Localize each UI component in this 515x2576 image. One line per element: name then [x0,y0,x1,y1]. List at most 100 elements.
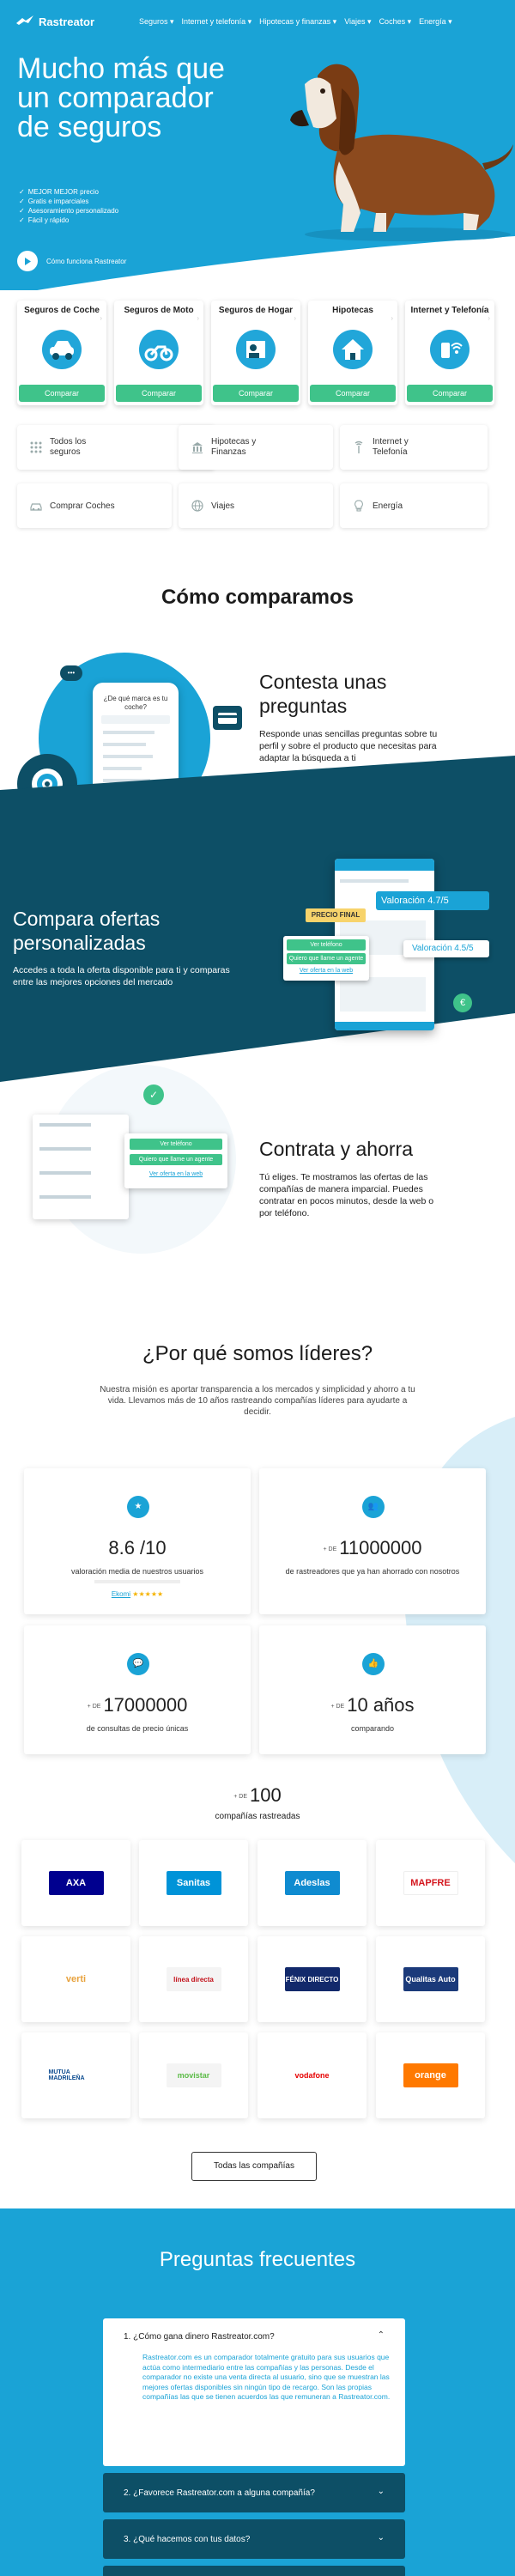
ekomi-link[interactable]: Ekomi [112,1590,130,1598]
companies-count: + DE 100 [233,1784,282,1806]
card-icon [213,706,242,730]
product-card-internet[interactable]: Internet y Telefonía › Comparar [405,301,494,405]
brand-logo[interactable]: Rastreator [15,15,94,29]
product-card-hipotecas[interactable]: Hipotecas › Comparar [308,301,397,405]
qualitas-logo: Qualitas Auto [403,1967,458,1991]
how-title: Cómo comparamos [161,586,354,609]
nav-coches[interactable]: Coches ▾ [379,17,412,27]
company-logo-card[interactable]: Sanitas [139,1840,248,1926]
hero-benefits: ✓ MEJOR MEJOR precio ✓ Gratis e imparciale… [19,187,118,225]
movistar-logo: movistar [166,2063,221,2087]
company-logo-card[interactable]: verti [21,1936,130,2022]
check-icon: ✓ [19,188,25,196]
company-logo-card[interactable]: Qualitas Auto [376,1936,485,2022]
company-logo-card[interactable]: MAPFRE [376,1840,485,1926]
faq-item-open[interactable]: 1. ¿Cómo gana dinero Rastreator.com? ⌃ R… [103,2318,405,2466]
company-logo-card[interactable]: FÉNIX DIRECTO [258,1936,367,2022]
chevron-right-icon: › [488,314,490,322]
verti-logo: verti [48,1967,104,1991]
mapfre-logo: MAPFRE [403,1871,458,1895]
product-card-hogar[interactable]: Seguros de Hogar › Comparar [211,301,300,405]
company-logo-card[interactable]: línea directa [139,1936,248,2022]
compare-button[interactable]: Comparar [19,385,105,402]
benefit-item: ✓ Fácil y rápido [19,216,70,224]
step3-title: Contrata y ahorra [259,1138,413,1160]
benefit-item: ✓ MEJOR MEJOR precio [19,188,99,196]
ver-oferta-link[interactable]: Ver oferta en la web [287,968,366,974]
chevron-down-icon[interactable]: ⌄ [378,2533,385,2543]
chat-icon: 💬 [127,1653,149,1675]
wifi-phone-icon [430,330,470,369]
play-icon[interactable] [17,251,38,271]
check-icon: ✓ [19,216,25,224]
rating-badge-1: Valoración 4.7/5 [376,891,489,910]
faq-item[interactable]: 2. ¿Favorece Rastreator.com a alguna com… [103,2473,405,2512]
nav-viajes[interactable]: Viajes ▾ [344,17,371,27]
step2-text: Accedes a toda la oferta disponible para… [13,965,230,987]
company-logo-card[interactable]: orange [376,2032,485,2118]
faq-item[interactable]: 3. ¿Qué hacemos con tus datos? ⌄ [103,2519,405,2559]
stat-anos: 👍 + DE 10 años comparando [259,1625,486,1754]
category-viajes[interactable]: Viajes [179,483,333,528]
hero-title: Mucho más que un comparador de seguros [17,52,225,143]
category-internet-telefonia[interactable]: Internet y Telefonía [340,425,488,470]
video-link[interactable]: Cómo funciona Rastreator [17,251,126,271]
nav-seguros[interactable]: Seguros ▾ [139,17,174,27]
house-icon [333,330,373,369]
quiero-agente-button[interactable]: Quiero que llame un agente [287,953,366,964]
sanitas-logo: Sanitas [166,1871,221,1895]
adeslas-logo: Adeslas [284,1871,340,1895]
logo-bird-icon [15,15,34,29]
faq-item-partial[interactable] [103,2566,405,2576]
compare-button[interactable]: Comparar [213,385,299,402]
company-logo-card[interactable]: vodafone [258,2032,367,2118]
category-comprar-coches[interactable]: Comprar Coches [17,483,172,528]
chevron-right-icon: › [100,314,102,322]
ver-telefono-button[interactable]: Ver teléfono [287,939,366,951]
star-icon: ★ [127,1496,149,1518]
mutua-madrilena-logo: MUTUA MADRILEÑA [48,2063,104,2087]
check-icon: ✓ [19,197,25,205]
compare-button[interactable]: Comparar [116,385,202,402]
chevron-right-icon: › [294,314,296,322]
category-energia[interactable]: Energía [340,483,488,528]
company-logo-card[interactable]: Adeslas [258,1840,367,1926]
antenna-icon [354,440,363,453]
nav-hipotecas[interactable]: Hipotecas y finanzas ▾ [259,17,336,27]
all-companies-button[interactable]: Todas las compañías [191,2152,317,2181]
car-outline-icon [30,503,42,511]
rating-badge-2: Valoración 4.5/5 [403,940,489,957]
step3-text: Tú eliges. Te mostramos las ofertas de l… [259,1172,434,1218]
hero-section: Rastreator Seguros ▾ Internet y telefoní… [0,0,515,305]
form-mockup [33,1115,129,1219]
vodafone-logo: vodafone [284,2063,340,2087]
company-logo-card[interactable]: MUTUA MADRILEÑA [21,2032,130,2118]
precio-final-tag: PRECIO FINAL [306,908,366,922]
basset-dog-image [290,64,513,241]
users-icon: 👥 [362,1496,385,1518]
company-logo-card[interactable]: movistar [139,2032,248,2118]
faq-title: Preguntas frecuentes [159,2248,356,2271]
compare-button[interactable]: Comparar [310,385,396,402]
globe-icon [191,500,203,512]
ver-telefono-button-2[interactable]: Ver teléfono [130,1139,222,1150]
compare-button[interactable]: Comparar [407,385,493,402]
benefit-item: ✓ Gratis e imparciales [19,197,89,205]
axa-logo: AXA [48,1871,104,1895]
chevron-up-icon[interactable]: ⌃ [378,2330,385,2340]
ver-oferta-link-2[interactable]: Ver oferta en la web [130,1171,222,1177]
quiero-agente-button-2[interactable]: Quiero que llame un agente [130,1154,222,1165]
product-card-coche[interactable]: Seguros de Coche › Comparar [17,301,106,405]
bank-icon [192,442,203,453]
fenix-directo-logo: FÉNIX DIRECTO [284,1967,340,1991]
contract-actions-card: Ver teléfono Quiero que llame un agente … [124,1133,227,1188]
offer-actions-card: Ver teléfono Quiero que llame un agente … [283,936,369,981]
chevron-down-icon[interactable]: ⌄ [378,2487,385,2496]
company-logo-card[interactable]: AXA [21,1840,130,1926]
nav-energia[interactable]: Energía ▾ [419,17,452,27]
category-hipotecas-finanzas[interactable]: Hipotecas y Finanzas [179,425,333,470]
stat-consultas: 💬 + DE 17000000 de consultas de precio ún… [24,1625,251,1754]
product-card-moto[interactable]: Seguros de Moto › Comparar [114,301,203,405]
step2-title: Compara ofertas personalizadas [13,908,161,954]
nav-internet[interactable]: Internet y telefonía ▾ [182,17,252,27]
